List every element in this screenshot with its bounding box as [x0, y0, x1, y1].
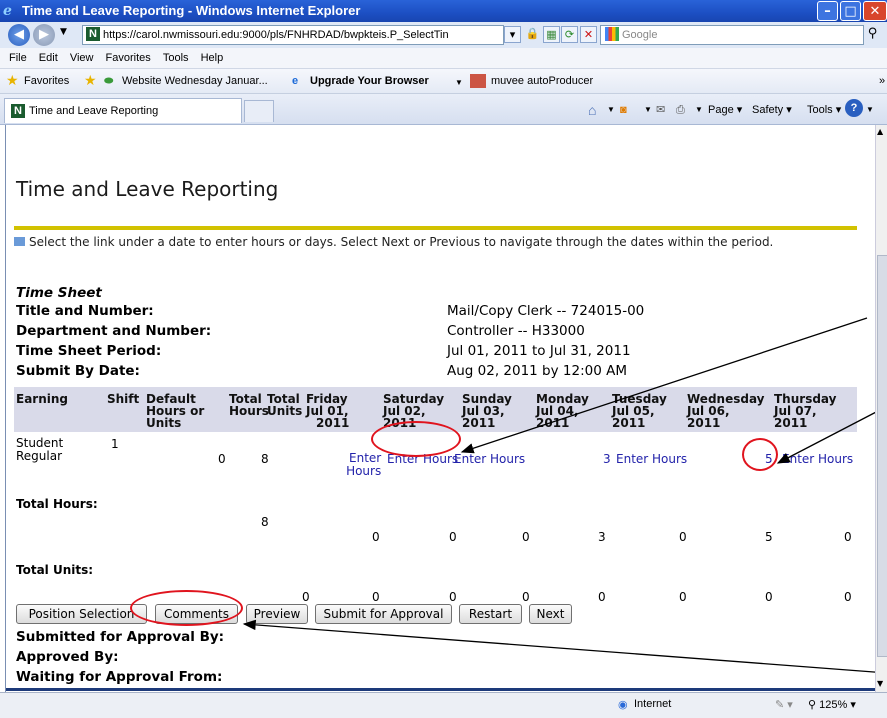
protected-mode-icon[interactable]: ✎ ▾: [775, 698, 793, 711]
zoom-level: 125%: [819, 699, 848, 711]
scroll-thumb[interactable]: [877, 255, 887, 657]
annotation-arrows: [242, 317, 887, 674]
scroll-down-icon[interactable]: ▼: [877, 679, 883, 688]
scroll-up-icon[interactable]: ▲: [877, 127, 883, 136]
arrow-to-comments: [242, 619, 887, 674]
zone-label: Internet: [634, 698, 672, 710]
vertical-scrollbar[interactable]: ▲ ▼: [875, 125, 887, 692]
zoom-control[interactable]: ⚲ 125% ▾: [808, 698, 856, 711]
status-bar: ◉ Internet ✎ ▾ ⚲ 125% ▾: [0, 692, 887, 718]
arrow-to-value-5: [776, 409, 881, 464]
globe-icon: ◉: [618, 699, 628, 711]
arrow-to-enter-hours: [460, 317, 868, 454]
